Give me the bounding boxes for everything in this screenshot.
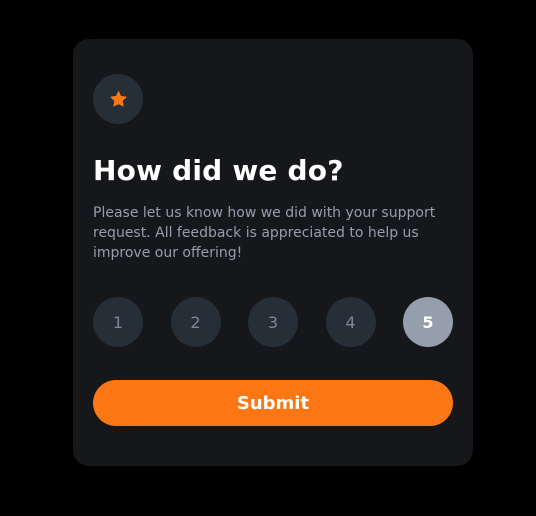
rating-button-5[interactable]: 5 bbox=[403, 297, 453, 347]
rating-options: 1 2 3 4 5 bbox=[93, 297, 453, 347]
rating-button-4[interactable]: 4 bbox=[325, 297, 376, 347]
rating-button-1[interactable]: 1 bbox=[93, 297, 143, 347]
star-icon-badge bbox=[93, 74, 143, 124]
rating-button-2[interactable]: 2 bbox=[170, 297, 221, 347]
star-icon bbox=[110, 91, 127, 107]
rating-button-3[interactable]: 3 bbox=[248, 297, 298, 347]
card-title: How did we do? bbox=[93, 154, 344, 187]
rating-card: How did we do? Please let us know how we… bbox=[73, 39, 473, 466]
submit-button[interactable]: Submit bbox=[93, 380, 453, 426]
card-description: Please let us know how we did with your … bbox=[93, 205, 436, 261]
